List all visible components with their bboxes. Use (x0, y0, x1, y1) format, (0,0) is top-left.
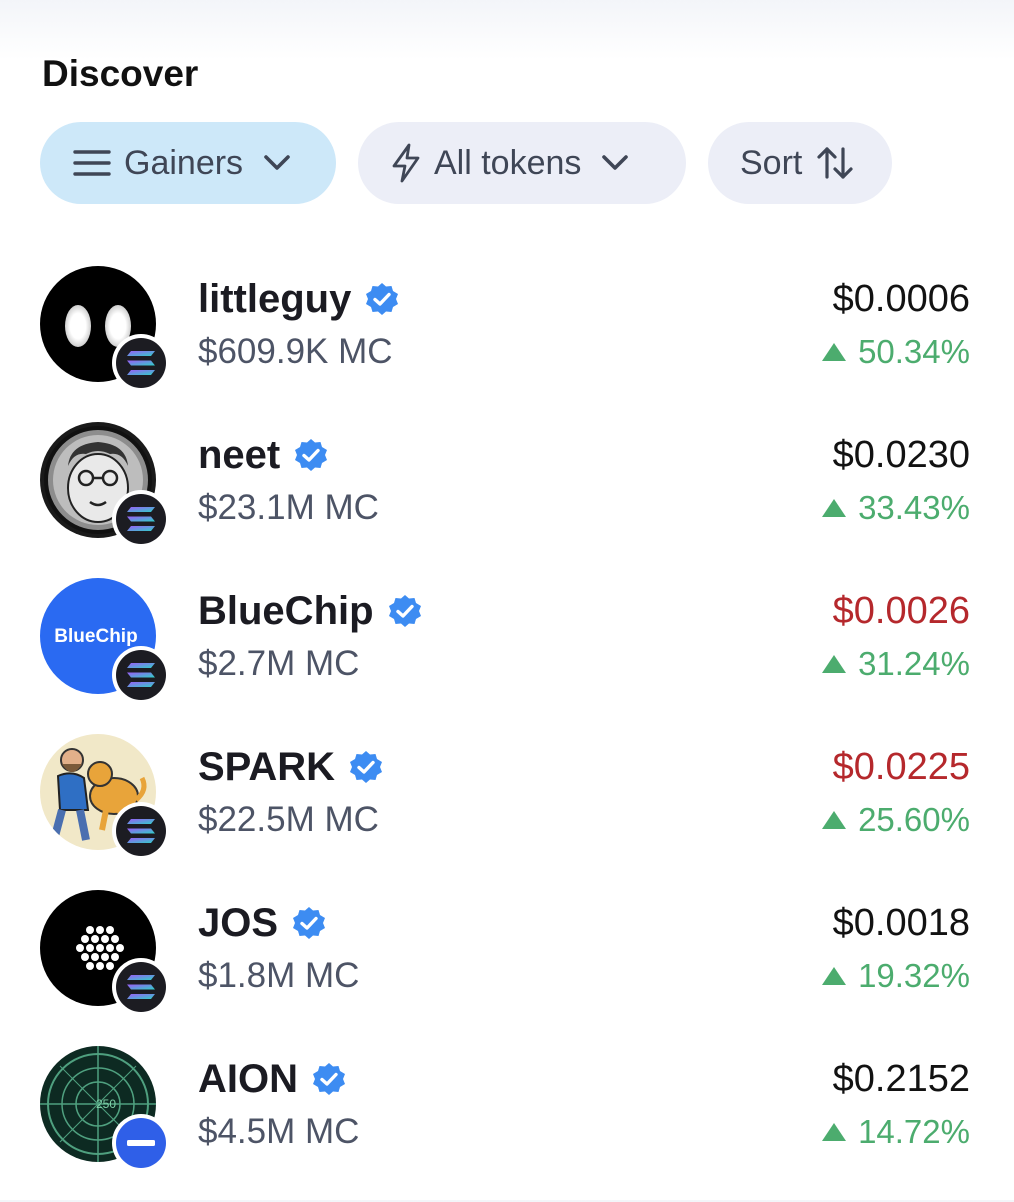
price-change-value: 50.34% (858, 333, 970, 370)
token-price: $0.2152 (832, 1058, 970, 1100)
price-change-value: 14.72% (858, 1113, 970, 1150)
lightning-icon (390, 143, 422, 183)
up-triangle-icon (822, 343, 847, 361)
base-icon (112, 1114, 170, 1172)
price-change-value: 31.24% (858, 645, 970, 682)
token-name-line: littleguy (198, 276, 399, 322)
token-row[interactable]: 250 AION $4.5M MC $0.2152 14.72% (0, 1046, 1014, 1202)
token-name: SPARK (198, 745, 336, 789)
token-name: JOS (198, 901, 279, 945)
menu-icon (72, 148, 112, 178)
price-change-value: 33.43% (858, 489, 970, 526)
verified-icon (313, 1063, 345, 1095)
token-row[interactable]: littleguy $609.9K MC $0.0006 50.34% (0, 266, 1014, 422)
price-change: 31.24% (822, 642, 970, 686)
solana-icon (112, 802, 170, 860)
price-change: 14.72% (822, 1110, 970, 1154)
up-triangle-icon (822, 1123, 847, 1141)
token-name: littleguy (198, 277, 352, 321)
token-name-line: AION (198, 1056, 346, 1102)
verified-icon (388, 595, 421, 627)
token-row[interactable]: BlueChip BlueChip $2.7M MC $0.0026 31.24… (0, 578, 1014, 734)
market-cap: $609.9K MC (198, 332, 393, 371)
token-row[interactable]: SPARK $22.5M MC $0.0225 25.60% (0, 734, 1014, 890)
up-triangle-icon (822, 499, 847, 517)
market-cap: $4.5M MC (198, 1112, 360, 1151)
token-filter-label: All tokens (434, 143, 582, 182)
token-price: $0.0026 (832, 590, 970, 632)
filter-bar: Gainers All tokens Sort (40, 122, 892, 204)
page-title: Discover (42, 53, 199, 94)
solana-icon (112, 490, 170, 548)
token-row[interactable]: neet $23.1M MC $0.0230 33.43% (0, 422, 1014, 578)
bluechip-logo-text: BlueChip (54, 626, 137, 647)
market-cap: $2.7M MC (198, 644, 360, 683)
chevron-down-icon (601, 154, 629, 172)
gainers-filter-label: Gainers (124, 143, 244, 182)
token-name-line: JOS (198, 900, 326, 946)
sort-arrows-icon (816, 146, 854, 180)
up-triangle-icon (822, 811, 847, 829)
up-triangle-icon (822, 655, 847, 673)
market-cap: $23.1M MC (198, 488, 379, 527)
gainers-filter-button[interactable]: Gainers (40, 122, 336, 204)
market-cap: $22.5M MC (198, 800, 379, 839)
chevron-down-icon (263, 154, 291, 172)
price-change: 19.32% (822, 954, 970, 998)
solana-icon (112, 646, 170, 704)
price-change: 50.34% (822, 330, 970, 374)
price-change-value: 19.32% (858, 957, 970, 994)
aion-logo-text: 250 (96, 1097, 116, 1111)
sort-label: Sort (740, 143, 803, 182)
token-price: $0.0230 (832, 434, 970, 476)
verified-icon (350, 751, 383, 783)
sort-button[interactable]: Sort (708, 122, 892, 204)
price-change-value: 25.60% (858, 801, 970, 838)
token-name: BlueChip (198, 589, 374, 633)
token-list: littleguy $609.9K MC $0.0006 50.34% neet… (0, 266, 1014, 1202)
token-price: $0.0018 (832, 902, 970, 944)
solana-icon (112, 958, 170, 1016)
solana-icon (112, 334, 170, 392)
token-name-line: BlueChip (198, 588, 422, 634)
up-triangle-icon (822, 967, 847, 985)
token-name-line: neet (198, 432, 328, 478)
market-cap: $1.8M MC (198, 956, 360, 995)
price-change: 25.60% (822, 798, 970, 842)
token-name-line: SPARK (198, 744, 383, 790)
verified-icon (366, 283, 399, 315)
token-name: AION (198, 1057, 298, 1101)
token-row[interactable]: JOS $1.8M MC $0.0018 19.32% (0, 890, 1014, 1046)
token-filter-button[interactable]: All tokens (358, 122, 686, 204)
token-price: $0.0006 (832, 278, 970, 320)
price-change: 33.43% (822, 486, 970, 530)
token-price: $0.0225 (832, 746, 970, 788)
verified-icon (293, 907, 326, 939)
token-name: neet (198, 433, 281, 477)
verified-icon (295, 439, 328, 471)
